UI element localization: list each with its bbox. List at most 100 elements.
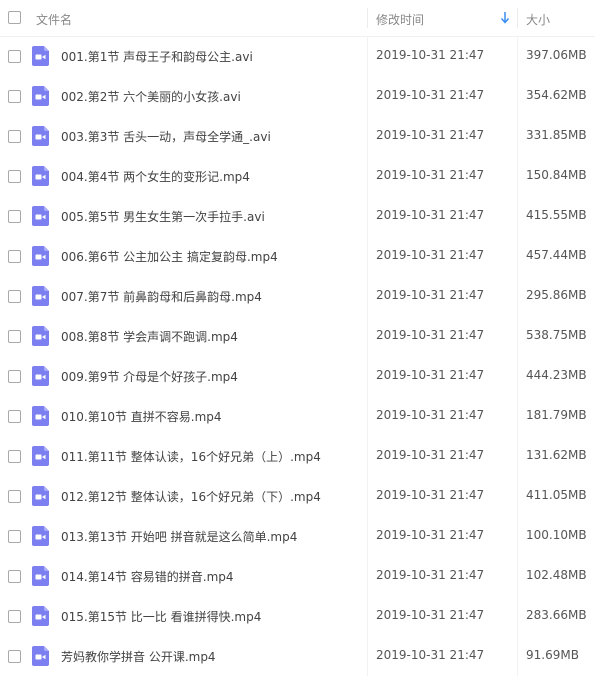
file-name[interactable]: 009.第9节 介母是个好孩子.mp4 — [61, 368, 238, 385]
file-name[interactable]: 015.第15节 比一比 看谁拼得快.mp4 — [61, 608, 261, 625]
column-divider — [367, 516, 368, 556]
column-divider — [517, 516, 518, 556]
video-file-icon — [32, 206, 49, 226]
column-divider — [517, 76, 518, 116]
file-name[interactable]: 芳妈教你学拼音 公开课.mp4 — [61, 648, 216, 665]
row-checkbox[interactable] — [8, 370, 21, 383]
column-divider — [517, 316, 518, 356]
video-file-icon — [32, 126, 49, 146]
column-divider — [517, 276, 518, 316]
row-checkbox[interactable] — [8, 330, 21, 343]
file-size: 295.86MB — [526, 288, 587, 302]
file-name[interactable]: 014.第14节 容易错的拼音.mp4 — [61, 568, 234, 585]
file-name[interactable]: 012.第12节 整体认读，16个好兄弟（下）.mp4 — [61, 488, 321, 505]
column-divider — [517, 636, 518, 676]
row-checkbox[interactable] — [8, 570, 21, 583]
file-name[interactable]: 001.第1节 声母王子和韵母公主.avi — [61, 48, 253, 65]
video-file-icon — [32, 286, 49, 306]
file-row[interactable]: 008.第8节 学会声调不跑调.mp4 2019-10-31 21:47 538… — [0, 316, 595, 356]
file-size: 411.05MB — [526, 488, 587, 502]
column-divider — [367, 116, 368, 156]
file-row[interactable]: 003.第3节 舌头一动，声母全学通_.avi 2019-10-31 21:47… — [0, 116, 595, 156]
column-divider — [517, 596, 518, 636]
row-checkbox[interactable] — [8, 210, 21, 223]
row-checkbox[interactable] — [8, 290, 21, 303]
file-row[interactable]: 002.第2节 六个美丽的小女孩.avi 2019-10-31 21:47 35… — [0, 76, 595, 116]
column-divider[interactable] — [517, 8, 518, 28]
row-checkbox[interactable] — [8, 490, 21, 503]
row-checkbox[interactable] — [8, 610, 21, 623]
file-row[interactable]: 009.第9节 介母是个好孩子.mp4 2019-10-31 21:47 444… — [0, 356, 595, 396]
column-divider — [367, 236, 368, 276]
video-file-icon — [32, 406, 49, 426]
file-name[interactable]: 003.第3节 舌头一动，声母全学通_.avi — [61, 128, 271, 145]
column-divider — [517, 36, 518, 76]
file-row[interactable]: 015.第15节 比一比 看谁拼得快.mp4 2019-10-31 21:47 … — [0, 596, 595, 636]
select-all-checkbox[interactable] — [8, 11, 21, 24]
row-checkbox[interactable] — [8, 90, 21, 103]
file-modified-date: 2019-10-31 21:47 — [376, 568, 485, 582]
file-name[interactable]: 008.第8节 学会声调不跑调.mp4 — [61, 328, 238, 345]
row-checkbox[interactable] — [8, 410, 21, 423]
row-checkbox[interactable] — [8, 50, 21, 63]
row-checkbox[interactable] — [8, 450, 21, 463]
row-checkbox[interactable] — [8, 170, 21, 183]
column-divider — [517, 476, 518, 516]
column-divider — [367, 76, 368, 116]
file-row[interactable]: 007.第7节 前鼻韵母和后鼻韵母.mp4 2019-10-31 21:47 2… — [0, 276, 595, 316]
video-file-icon — [32, 86, 49, 106]
file-row[interactable]: 001.第1节 声母王子和韵母公主.avi 2019-10-31 21:47 3… — [0, 36, 595, 76]
file-modified-date: 2019-10-31 21:47 — [376, 408, 485, 422]
row-checkbox[interactable] — [8, 530, 21, 543]
column-divider — [367, 396, 368, 436]
file-row[interactable]: 006.第6节 公主加公主 搞定复韵母.mp4 2019-10-31 21:47… — [0, 236, 595, 276]
file-name[interactable]: 005.第5节 男生女生第一次手拉手.avi — [61, 208, 265, 225]
column-divider[interactable] — [367, 8, 368, 28]
column-divider — [517, 236, 518, 276]
file-name[interactable]: 002.第2节 六个美丽的小女孩.avi — [61, 88, 241, 105]
column-divider — [367, 636, 368, 676]
file-row[interactable]: 004.第4节 两个女生的变形记.mp4 2019-10-31 21:47 15… — [0, 156, 595, 196]
column-divider — [367, 596, 368, 636]
column-divider — [367, 196, 368, 236]
file-name[interactable]: 006.第6节 公主加公主 搞定复韵母.mp4 — [61, 248, 278, 265]
column-divider — [517, 156, 518, 196]
column-divider — [517, 556, 518, 596]
file-modified-date: 2019-10-31 21:47 — [376, 88, 485, 102]
file-modified-date: 2019-10-31 21:47 — [376, 248, 485, 262]
row-checkbox[interactable] — [8, 650, 21, 663]
file-name[interactable]: 011.第11节 整体认读，16个好兄弟（上）.mp4 — [61, 448, 321, 465]
file-row[interactable]: 011.第11节 整体认读，16个好兄弟（上）.mp4 2019-10-31 2… — [0, 436, 595, 476]
file-row[interactable]: 010.第10节 直拼不容易.mp4 2019-10-31 21:47 181.… — [0, 396, 595, 436]
file-name[interactable]: 013.第13节 开始吧 拼音就是这么简单.mp4 — [61, 528, 297, 545]
row-checkbox[interactable] — [8, 130, 21, 143]
video-file-icon — [32, 166, 49, 186]
column-divider — [517, 396, 518, 436]
file-name[interactable]: 007.第7节 前鼻韵母和后鼻韵母.mp4 — [61, 288, 262, 305]
file-row[interactable]: 013.第13节 开始吧 拼音就是这么简单.mp4 2019-10-31 21:… — [0, 516, 595, 556]
column-divider — [367, 476, 368, 516]
column-divider — [517, 116, 518, 156]
file-row[interactable]: 005.第5节 男生女生第一次手拉手.avi 2019-10-31 21:47 … — [0, 196, 595, 236]
arrow-down-icon[interactable] — [500, 11, 510, 25]
video-file-icon — [32, 606, 49, 626]
column-header-date[interactable]: 修改时间 — [376, 11, 424, 28]
file-name[interactable]: 004.第4节 两个女生的变形记.mp4 — [61, 168, 250, 185]
column-divider — [367, 36, 368, 76]
video-file-icon — [32, 246, 49, 266]
file-size: 100.10MB — [526, 528, 587, 542]
file-row[interactable]: 芳妈教你学拼音 公开课.mp4 2019-10-31 21:47 91.69MB — [0, 636, 595, 676]
file-size: 457.44MB — [526, 248, 587, 262]
file-row[interactable]: 014.第14节 容易错的拼音.mp4 2019-10-31 21:47 102… — [0, 556, 595, 596]
column-divider — [367, 276, 368, 316]
file-modified-date: 2019-10-31 21:47 — [376, 488, 485, 502]
column-divider — [517, 436, 518, 476]
file-modified-date: 2019-10-31 21:47 — [376, 208, 485, 222]
file-row[interactable]: 012.第12节 整体认读，16个好兄弟（下）.mp4 2019-10-31 2… — [0, 476, 595, 516]
column-header-name[interactable]: 文件名 — [36, 11, 72, 28]
column-header-size[interactable]: 大小 — [526, 11, 550, 28]
file-name[interactable]: 010.第10节 直拼不容易.mp4 — [61, 408, 222, 425]
video-file-icon — [32, 326, 49, 346]
row-checkbox[interactable] — [8, 250, 21, 263]
video-file-icon — [32, 446, 49, 466]
